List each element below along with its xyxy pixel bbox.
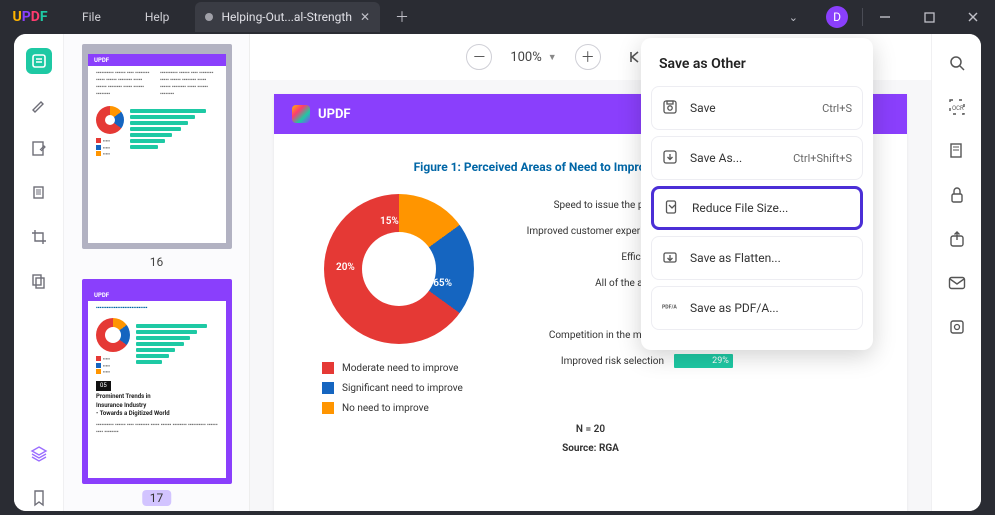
zoom-value: 100%	[510, 50, 541, 65]
legend-label: Significant need to improve	[342, 383, 463, 394]
legend-label: Moderate need to improve	[342, 363, 459, 374]
layers-icon[interactable]	[26, 441, 52, 467]
save-icon	[662, 99, 680, 117]
thumb-brand: UPDF	[94, 57, 109, 64]
menu-label: Save	[690, 101, 716, 115]
window-maximize-button[interactable]	[907, 0, 951, 34]
donut-label-20: 20%	[336, 262, 355, 273]
thumbnail-panel: UPDF ▪▪▪▪▪▪▪▪▪▪ ▪▪▪▪▪▪ ▪▪▪▪ ▪▪▪▪▪▪▪▪ ▪▪▪…	[64, 34, 250, 511]
bar-label: Cost	[494, 304, 664, 315]
chevron-down-icon[interactable]: ⌄	[775, 11, 812, 24]
section-h2: Insurance Industry	[96, 402, 218, 410]
brand-text: UPDF	[318, 107, 351, 122]
menu-item-reduce-file-size[interactable]: Reduce File Size...	[651, 186, 863, 230]
bar-label: All of the above	[494, 278, 664, 289]
left-toolbar	[14, 34, 64, 511]
svg-text:OCR: OCR	[952, 105, 964, 112]
menu-label: Save As...	[690, 151, 742, 165]
chevron-down-icon: ▼	[548, 52, 557, 63]
menu-shortcut: Ctrl+Shift+S	[793, 152, 852, 165]
bar-label: Competition in the market	[494, 330, 664, 341]
right-toolbar: OCR	[931, 34, 981, 511]
reader-mode-icon[interactable]	[26, 48, 52, 74]
main-area: － 100%▼ ＋ UPDF Figure 1: Perceived Areas…	[250, 34, 931, 511]
dropdown-title: Save as Other	[651, 52, 863, 86]
menu-item-save-flatten[interactable]: Save as Flatten...	[651, 236, 863, 280]
menu-label: Reduce File Size...	[692, 201, 788, 215]
crop-icon[interactable]	[26, 224, 52, 250]
svg-text:PDF/A: PDF/A	[662, 305, 677, 311]
menu-item-save[interactable]: Save Ctrl+S	[651, 86, 863, 130]
share-icon[interactable]	[946, 228, 968, 250]
legend-swatch	[322, 402, 334, 414]
bar-label: Improved customer experience	[494, 226, 664, 237]
thumbnail-page-17[interactable]: UPDF ▪▪▪▪▪▪▪▪▪▪▪▪▪▪▪▪▪▪▪▪▪▪▪▪▪▪▪▪▪ ▪▪▪▪▪…	[82, 279, 231, 506]
thumb-number: 17	[142, 490, 172, 506]
menu-help[interactable]: Help	[123, 10, 192, 24]
sample-size: N = 20	[304, 424, 877, 435]
tab-favicon	[205, 13, 213, 21]
organize-pages-icon[interactable]	[26, 180, 52, 206]
menu-item-save-as[interactable]: Save As... Ctrl+Shift+S	[651, 136, 863, 180]
zoom-out-button[interactable]: －	[466, 44, 492, 70]
brand-square-icon	[292, 105, 310, 123]
menu-shortcut: Ctrl+S	[822, 102, 852, 115]
bar-label: Efficiency	[494, 252, 664, 263]
bar-label: Improved risk selection	[494, 356, 664, 367]
bar-fill: 29%	[674, 354, 733, 368]
search-icon[interactable]	[946, 52, 968, 74]
highlighter-icon[interactable]	[26, 92, 52, 118]
new-tab-button[interactable]: ＋	[388, 3, 416, 31]
ocr-icon[interactable]: OCR	[946, 96, 968, 118]
flatten-icon	[662, 249, 680, 267]
window-minimize-button[interactable]	[863, 0, 907, 34]
save-as-other-menu: Save as Other Save Ctrl+S Save As... Ctr…	[641, 38, 873, 350]
zoom-in-button[interactable]: ＋	[575, 44, 601, 70]
thumbnail-page-16[interactable]: UPDF ▪▪▪▪▪▪▪▪▪▪ ▪▪▪▪▪▪ ▪▪▪▪ ▪▪▪▪▪▪▪▪ ▪▪▪…	[82, 44, 231, 269]
legend-swatch	[322, 382, 334, 394]
donut-label-15: 15%	[380, 216, 399, 227]
section-h1: Prominent Trends in	[96, 393, 218, 401]
zoom-level[interactable]: 100% ▼	[510, 50, 556, 65]
titlebar: UPDF File Help Helping-Out...al-Strength…	[0, 0, 995, 34]
menu-label: Save as PDF/A...	[690, 301, 779, 315]
copy-icon[interactable]	[26, 268, 52, 294]
donut-label-65: 65%	[433, 278, 452, 289]
lock-icon[interactable]	[946, 184, 968, 206]
bookmark-icon[interactable]	[26, 485, 52, 511]
window-close-button[interactable]	[951, 0, 995, 34]
thumb-brand: UPDF	[94, 292, 109, 299]
menu-file[interactable]: File	[60, 10, 123, 24]
mail-icon[interactable]	[946, 272, 968, 294]
user-avatar[interactable]: D	[826, 6, 848, 28]
legend-label: No need to improve	[342, 403, 429, 414]
workspace: UPDF ▪▪▪▪▪▪▪▪▪▪ ▪▪▪▪▪▪ ▪▪▪▪ ▪▪▪▪▪▪▪▪ ▪▪▪…	[14, 34, 981, 511]
source-line: Source: RGA	[304, 443, 877, 454]
section-h3: - Towards a Digitized World	[96, 410, 218, 418]
edit-text-icon[interactable]	[26, 136, 52, 162]
pdfa-icon: PDF/A	[662, 299, 680, 317]
compress-icon	[664, 199, 682, 217]
legend-swatch	[322, 362, 334, 374]
menu-item-save-pdfa[interactable]: PDF/A Save as PDF/A...	[651, 286, 863, 330]
app-logo: UPDF	[0, 9, 60, 25]
chart-legend: Moderate need to improve Significant nee…	[322, 362, 474, 414]
tab-title: Helping-Out...al-Strength	[221, 10, 352, 24]
first-page-icon[interactable]	[627, 50, 641, 64]
section-badge: 05	[96, 381, 111, 391]
tab-close-icon[interactable]: ✕	[360, 10, 370, 24]
menu-label: Save as Flatten...	[690, 251, 781, 265]
thumb-number: 16	[82, 255, 231, 269]
bar-label: Speed to issue the policy	[494, 200, 664, 211]
document-tab[interactable]: Helping-Out...al-Strength ✕	[195, 2, 380, 32]
export-icon[interactable]	[946, 316, 968, 338]
form-icon[interactable]	[946, 140, 968, 162]
donut-chart: 15% 20% 65%	[324, 194, 474, 344]
save-as-icon	[662, 149, 680, 167]
